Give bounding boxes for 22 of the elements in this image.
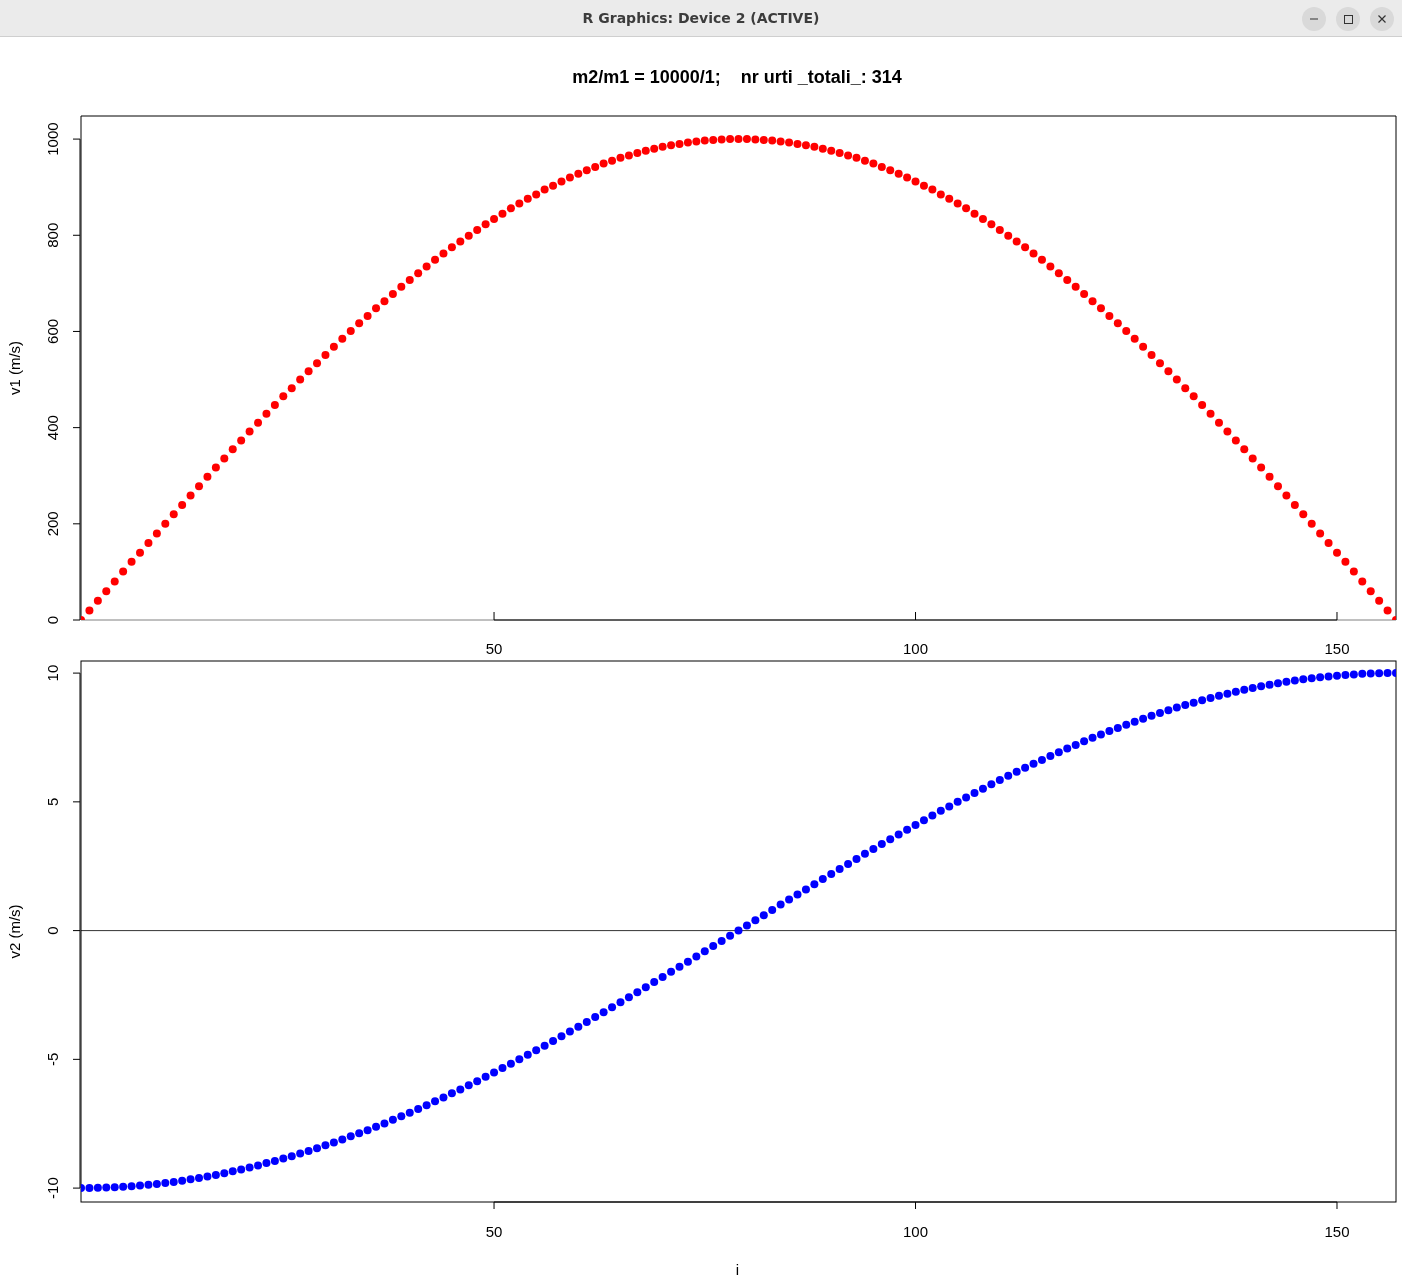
tick-label: 5 (44, 797, 61, 806)
tick-label: 0 (44, 926, 61, 935)
tick-label: -10 (44, 1177, 61, 1199)
tick-label: 50 (485, 1223, 503, 1240)
tick-label: 100 (903, 640, 929, 655)
tick-label: 10 (44, 664, 61, 682)
axis-label: i (735, 1261, 740, 1278)
chart-title: m2/m1 = 10000/1; nr urti _totali_: 314 (572, 67, 902, 87)
axis-label: v2 (m/s) (6, 904, 23, 959)
tick-label: 600 (44, 318, 61, 344)
tick-label: 200 (44, 511, 61, 537)
tick-label: -5 (44, 1052, 61, 1066)
tick-label: 150 (1324, 640, 1350, 655)
tick-label: 100 (903, 1223, 929, 1240)
tick-label: 400 (44, 415, 61, 441)
window-title: R Graphics: Device 2 (ACTIVE) (582, 8, 820, 28)
axis-label: v1 (m/s) (6, 340, 23, 396)
tick-label: 1000 (44, 122, 61, 156)
tick-label: 150 (1324, 1223, 1350, 1240)
tick-label: 800 (44, 222, 61, 248)
tick-label: 50 (485, 640, 503, 655)
tick-label: 0 (44, 615, 61, 625)
